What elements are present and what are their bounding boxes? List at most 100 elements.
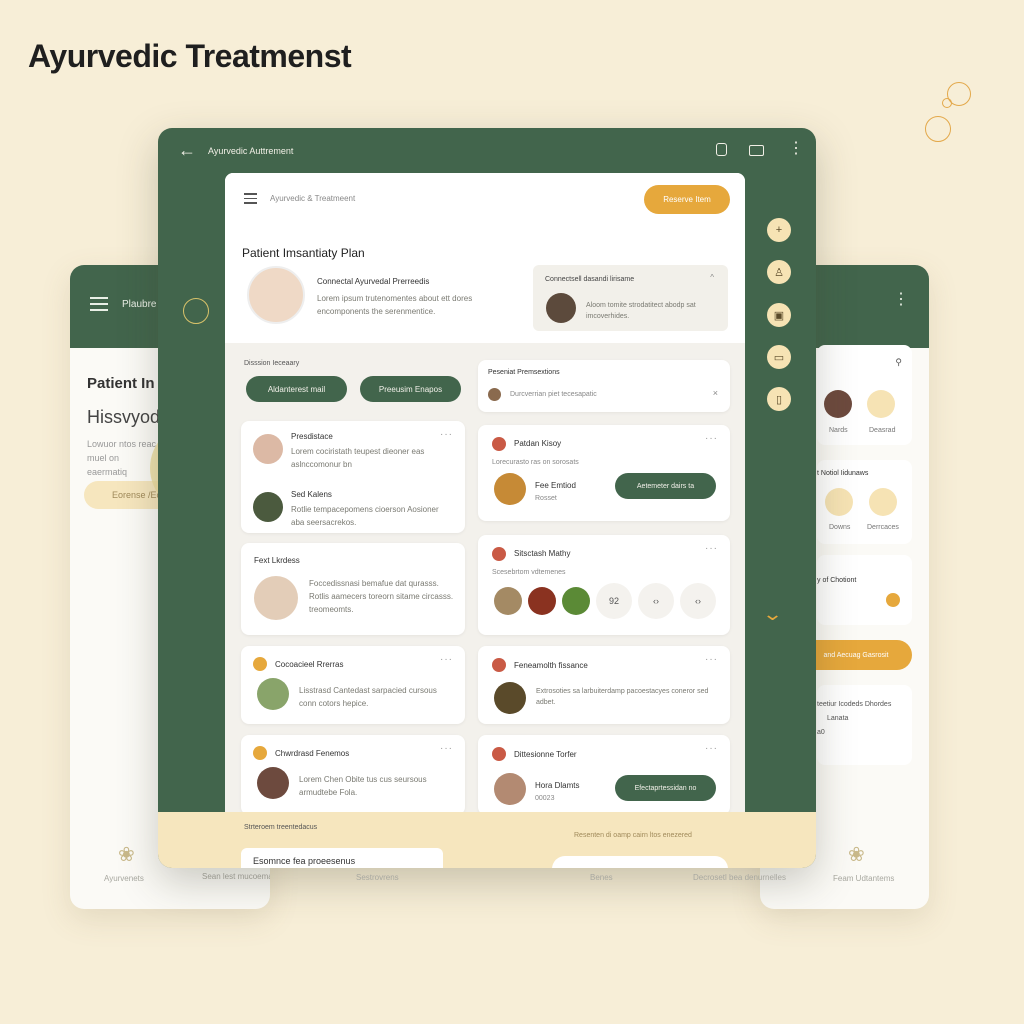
bottle-icon[interactable]: ▯ bbox=[767, 387, 791, 411]
decorative-ring bbox=[925, 116, 951, 142]
more-icon[interactable]: ··· bbox=[705, 654, 718, 665]
avatar bbox=[867, 390, 895, 418]
card-title: Cocoacieel Rrerras bbox=[275, 660, 344, 669]
user-icon[interactable]: ♙ bbox=[767, 260, 791, 284]
package-icon[interactable]: ▣ bbox=[767, 303, 791, 327]
list-card[interactable]: ··· Chwrdrasd Fenemos Lorem Chen Obite t… bbox=[241, 735, 465, 813]
card-desc: Lorem cociristath teupest dieoner eas as… bbox=[291, 447, 425, 469]
card-title: Fext Lkrdess bbox=[254, 556, 300, 565]
card-desc: Rotlie tempacepomens cioerson Aosioner a… bbox=[291, 505, 439, 527]
lotus-icon: ❀ bbox=[848, 844, 865, 866]
avatar bbox=[253, 434, 283, 464]
breadcrumb: Ayurvedic & Treatmeent bbox=[270, 194, 356, 203]
profile-name: Connectal Ayurvedal Prerreedis bbox=[317, 277, 430, 286]
main-tablet: ← Ayurvedic Auttrement ⋮ + ♙ ▣ ▭ ▯ ⌄ Ayu… bbox=[158, 128, 816, 868]
calendar-icon[interactable]: ▭ bbox=[767, 345, 791, 369]
person-label: Downs bbox=[829, 524, 851, 531]
back-left-heading: Patient In bbox=[87, 375, 155, 392]
search-icon[interactable]: ⚲ bbox=[895, 357, 902, 368]
filter-button[interactable]: Aldanterest mail bbox=[246, 376, 347, 402]
more-icon[interactable]: ··· bbox=[705, 743, 718, 754]
stat-chip[interactable]: ‹› bbox=[680, 583, 716, 619]
search-card: Peseniat Premsextions Durcverrian piet t… bbox=[478, 360, 730, 412]
more-icon[interactable]: ^ bbox=[710, 273, 714, 282]
card-title: Presdistace bbox=[291, 432, 333, 441]
back-right-button[interactable]: and Aecuag Gasrosit bbox=[800, 640, 912, 670]
card-title: Patdan Kisoy bbox=[514, 439, 562, 448]
item-action-button[interactable]: Aetemeter dairs ta bbox=[615, 473, 716, 499]
stat-chip[interactable]: 92 bbox=[596, 583, 632, 619]
list-card[interactable]: ··· Sitsctash Mathy Scesebrtom vdtemenes… bbox=[478, 535, 730, 635]
main-content: Ayurvedic & Treatmeent Reserve Item Pati… bbox=[225, 173, 745, 813]
nav-item[interactable]: Sean lest mucoemamabes bbox=[202, 872, 270, 881]
chevron-down-icon[interactable]: ⌄ bbox=[762, 604, 783, 625]
nav-item[interactable]: Benes bbox=[590, 873, 613, 882]
back-left-desc: Lowuor ntos reac muel on eaermatiq bbox=[87, 439, 157, 477]
patient-avatar bbox=[247, 266, 305, 324]
nav-item[interactable]: Feam Udtantems bbox=[833, 874, 894, 883]
list-title: teetiur Icodeds Dhordes bbox=[817, 701, 892, 708]
item-name: Fee Emtiod bbox=[535, 481, 576, 490]
more-icon[interactable]: ··· bbox=[440, 654, 453, 665]
list-card[interactable]: ··· Presdistace Lorem cociristath teupes… bbox=[241, 421, 465, 533]
list-card[interactable]: ··· Dittesionne Torfer Hora Dlamts 00023… bbox=[478, 735, 730, 813]
card-desc: Extrosoties sa larbuiterdamp pacoestacye… bbox=[536, 688, 709, 706]
close-icon[interactable]: × bbox=[713, 388, 718, 398]
filter-button[interactable]: Preeusim Enapos bbox=[360, 376, 461, 402]
back-left-subheading: Hissvyods bbox=[87, 407, 170, 427]
search-card-title: Peseniat Premsextions bbox=[488, 369, 560, 376]
more-icon[interactable]: ··· bbox=[705, 433, 718, 444]
back-arrow-icon[interactable]: ← bbox=[178, 140, 196, 161]
print-icon[interactable] bbox=[749, 145, 764, 156]
leaf-icon bbox=[253, 657, 267, 671]
person-label: Deasrad bbox=[869, 427, 896, 434]
stat-chip[interactable]: ‹› bbox=[638, 583, 674, 619]
footer-card[interactable] bbox=[552, 856, 728, 868]
food-image bbox=[494, 473, 526, 505]
more-icon[interactable]: ··· bbox=[705, 543, 718, 554]
person-label: Nards bbox=[829, 427, 848, 434]
card-title: Dittesionne Torfer bbox=[514, 750, 577, 759]
nav-item[interactable]: Ayurvenets bbox=[104, 874, 144, 883]
nav-item[interactable]: Sestrovrens bbox=[356, 873, 399, 882]
item-sub: Rosset bbox=[535, 495, 557, 502]
menu-icon[interactable] bbox=[244, 193, 257, 204]
list-card[interactable]: Fext Lkrdess Foccedissnasi bemafue dat q… bbox=[241, 543, 465, 635]
decorative-ring bbox=[183, 298, 209, 324]
avatar bbox=[824, 390, 852, 418]
back-left-title: Plaubre bbox=[122, 299, 157, 310]
more-icon[interactable]: ··· bbox=[440, 429, 453, 440]
decorative-ring bbox=[942, 98, 952, 108]
list-card[interactable]: ··· Feneamolth fissance Extrosoties sa l… bbox=[478, 646, 730, 724]
food-image bbox=[494, 773, 526, 805]
item-action-button[interactable]: Efectaprtessidan no bbox=[615, 775, 716, 801]
card-desc: Scesebrtom vdtemenes bbox=[492, 569, 566, 576]
more-icon[interactable]: ··· bbox=[440, 743, 453, 754]
more-icon[interactable]: ⋮ bbox=[788, 141, 804, 157]
list-item: Lanata bbox=[827, 715, 849, 722]
check-icon[interactable] bbox=[886, 593, 900, 607]
list-card[interactable]: ··· Cocoacieel Rrerras Lisstrasd Canteda… bbox=[241, 646, 465, 724]
footer-card[interactable]: Esomnce fea proeesenus bbox=[241, 848, 443, 868]
lock-icon[interactable] bbox=[716, 143, 727, 156]
header-card: Ayurvedic & Treatmeent Reserve Item Pati… bbox=[225, 173, 745, 343]
person-label: Derrcaces bbox=[867, 524, 899, 531]
add-icon[interactable]: + bbox=[767, 218, 791, 242]
card-desc: Lorecurasto ras on sorosats bbox=[492, 459, 579, 466]
more-icon[interactable]: ⋮ bbox=[893, 292, 909, 308]
consult-title: Connectsell dasandi lirisame bbox=[545, 276, 635, 283]
tablet-footer: Strteroem treentedacus Esomnce fea proee… bbox=[158, 812, 816, 868]
menu-icon[interactable] bbox=[90, 297, 108, 311]
card-desc: Foccedissnasi bemafue dat qurasss. Rotli… bbox=[309, 579, 454, 614]
app-title: Ayurvedic Auttrement bbox=[208, 146, 294, 156]
leaf-icon bbox=[253, 746, 267, 760]
card-title: Sed Kalens bbox=[291, 490, 332, 499]
consult-card: Connectsell dasandi lirisame ^ Aloom tom… bbox=[533, 265, 728, 331]
avatar bbox=[825, 488, 853, 516]
food-image bbox=[494, 587, 522, 615]
reserve-button[interactable]: Reserve Item bbox=[644, 185, 730, 214]
footer-label: Resenten di oamp cairn ltos enezered bbox=[574, 832, 692, 839]
nav-item[interactable]: Decrosetl bea denurnelles bbox=[693, 873, 786, 882]
list-card[interactable]: ··· Patdan Kisoy Lorecurasto ras on soro… bbox=[478, 425, 730, 521]
avatar bbox=[546, 293, 576, 323]
